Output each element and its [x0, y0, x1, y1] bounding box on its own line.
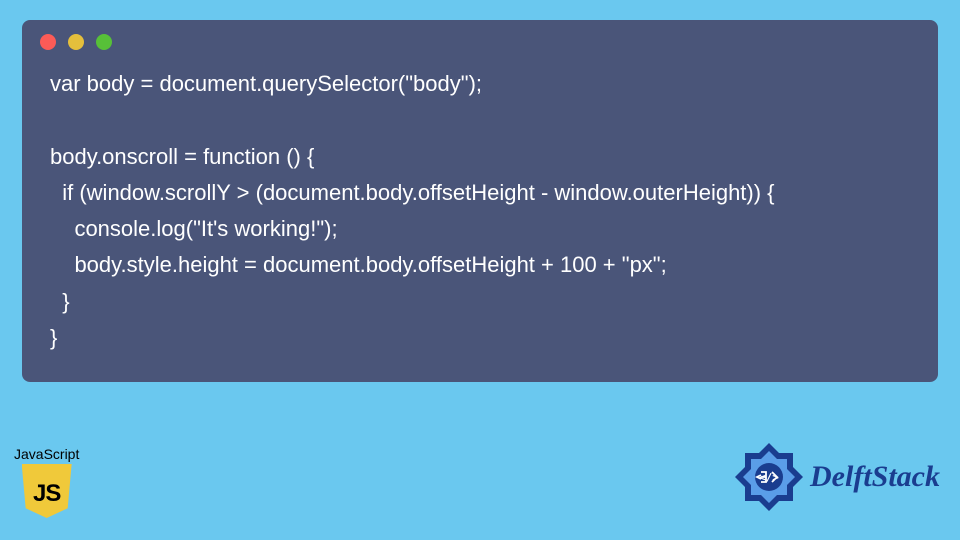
maximize-icon[interactable] — [96, 34, 112, 50]
delftstack-logo-icon: </> — [732, 440, 806, 514]
minimize-icon[interactable] — [68, 34, 84, 50]
javascript-badge: JavaScript JS — [14, 446, 79, 518]
javascript-shield-text: JS — [33, 480, 60, 508]
code-content: var body = document.querySelector("body"… — [22, 58, 938, 366]
close-icon[interactable] — [40, 34, 56, 50]
svg-text:</>: </> — [759, 471, 779, 484]
javascript-shield-icon: JS — [22, 464, 72, 518]
delftstack-text: DelftStack — [810, 460, 940, 494]
code-window: var body = document.querySelector("body"… — [22, 20, 938, 382]
delftstack-badge: </> DelftStack — [732, 440, 940, 514]
window-controls — [22, 20, 938, 58]
javascript-label: JavaScript — [14, 446, 79, 462]
